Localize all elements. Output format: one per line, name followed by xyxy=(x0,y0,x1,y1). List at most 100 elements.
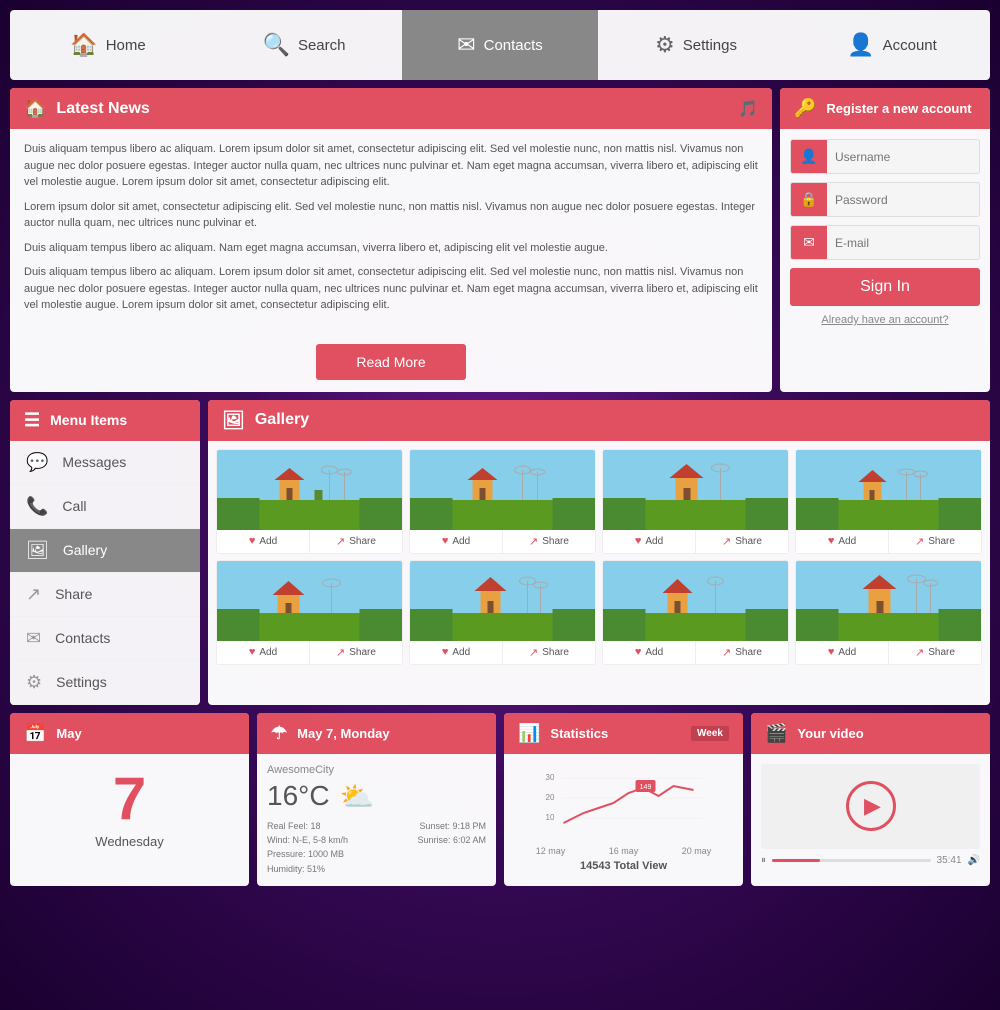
play-icon: ▶ xyxy=(864,793,881,819)
gallery-actions: ♥ Add ↗ Share xyxy=(603,530,788,553)
volume-icon[interactable]: 🔊 xyxy=(968,855,980,866)
gallery-item: ♥ Add ↗ Share xyxy=(409,560,596,665)
pause-icon[interactable]: ⏸ xyxy=(761,855,766,866)
share-button[interactable]: ↗ Share xyxy=(696,641,788,664)
calendar-weekday: Wednesday xyxy=(20,834,239,849)
weather-body: AwesomeCity 16°C ⛅ Real Feel: 18 Sunset:… xyxy=(257,754,496,887)
stats-body: 30 20 10 149 12 may 16 may 20 may xyxy=(504,754,743,882)
contacts-icon: ✉ xyxy=(457,32,475,58)
menu-contacts-label: Contacts xyxy=(55,630,110,646)
account-header: 🔑 Register a new account xyxy=(780,88,990,129)
add-label: Add xyxy=(838,647,856,658)
gallery-item: ♥ Add ↗ Share xyxy=(409,449,596,554)
heart-icon: ♥ xyxy=(635,535,642,547)
add-button[interactable]: ♥ Add xyxy=(410,530,503,553)
widgets-row: 📅 May 7 Wednesday ☂ May 7, Monday Awesom… xyxy=(10,713,990,887)
svg-text:149: 149 xyxy=(640,784,652,791)
menu-item-share[interactable]: ↗ Share xyxy=(10,573,200,617)
share-label: Share xyxy=(349,647,376,658)
add-button[interactable]: ♥ Add xyxy=(410,641,503,664)
weather-humidity: Humidity: 51% xyxy=(267,862,325,876)
menu-title: Menu Items xyxy=(50,412,127,428)
music-icon: 🎵 xyxy=(738,99,758,119)
calendar-body: 7 Wednesday xyxy=(10,754,249,859)
share-button[interactable]: ↗ Share xyxy=(310,641,402,664)
gallery-item: ♥ Add ↗ Share xyxy=(216,560,403,665)
read-more-button[interactable]: Read More xyxy=(316,344,465,380)
play-button[interactable]: ▶ xyxy=(846,781,896,831)
gallery-actions: ♥ Add ↗ Share xyxy=(217,641,402,664)
gallery-title: Gallery xyxy=(255,411,309,429)
weather-details: Real Feel: 18 Sunset: 9:18 PM Wind: N-E,… xyxy=(267,819,486,877)
news-section: 🏠 Latest News 🎵 Duis aliquam tempus libe… xyxy=(10,88,772,392)
chart-label-3: 20 may xyxy=(682,846,712,856)
video-progress-bar[interactable] xyxy=(772,859,931,862)
weather-sunset: Sunset: 9:18 PM xyxy=(419,819,486,833)
menu-item-contacts[interactable]: ✉ Contacts xyxy=(10,617,200,661)
stats-chart: 30 20 10 149 xyxy=(514,764,733,844)
add-button[interactable]: ♥ Add xyxy=(603,530,696,553)
share-label: Share xyxy=(928,647,955,658)
lock-field-icon: 🔒 xyxy=(791,183,827,216)
svg-text:10: 10 xyxy=(546,813,555,822)
share-label: Share xyxy=(735,536,762,547)
sign-in-button[interactable]: Sign In xyxy=(790,268,980,306)
nav-search[interactable]: 🔍 Search xyxy=(206,10,402,80)
nav-home[interactable]: 🏠 Home xyxy=(10,10,206,80)
gallery-image xyxy=(217,561,402,641)
share-button[interactable]: ↗ Share xyxy=(503,641,595,664)
add-button[interactable]: ♥ Add xyxy=(796,530,889,553)
add-button[interactable]: ♥ Add xyxy=(217,641,310,664)
share-label: Share xyxy=(928,536,955,547)
share-button[interactable]: ↗ Share xyxy=(696,530,788,553)
share-button[interactable]: ↗ Share xyxy=(889,530,981,553)
password-input[interactable] xyxy=(827,185,979,215)
menu-item-messages[interactable]: 💬 Messages xyxy=(10,441,200,485)
add-label: Add xyxy=(645,536,663,547)
weather-real-feel: Real Feel: 18 xyxy=(267,819,321,833)
menu-item-settings[interactable]: ⚙ Settings xyxy=(10,661,200,705)
calendar-widget: 📅 May 7 Wednesday xyxy=(10,713,249,887)
menu-item-gallery[interactable]: 🖼 Gallery xyxy=(10,529,200,573)
news-body: Duis aliquam tempus libero ac aliquam. L… xyxy=(10,129,772,334)
heart-icon: ♥ xyxy=(828,535,835,547)
share-button[interactable]: ↗ Share xyxy=(503,530,595,553)
menu-settings-label: Settings xyxy=(56,674,107,690)
weather-pressure: Pressure: 1000 MB xyxy=(267,847,344,861)
weather-icon: ☂ xyxy=(271,723,287,744)
nav-contacts[interactable]: ✉ Contacts xyxy=(402,10,598,80)
share-label: Share xyxy=(735,647,762,658)
add-label: Add xyxy=(259,536,277,547)
add-button[interactable]: ♥ Add xyxy=(796,641,889,664)
add-label: Add xyxy=(452,647,470,658)
add-button[interactable]: ♥ Add xyxy=(603,641,696,664)
heart-icon: ♥ xyxy=(442,646,449,658)
news-para-3: Duis aliquam tempus libero ac aliquam. N… xyxy=(24,240,758,257)
add-button[interactable]: ♥ Add xyxy=(217,530,310,553)
gallery-item: ♥ Add ↗ Share xyxy=(216,449,403,554)
chart-labels: 12 may 16 may 20 may xyxy=(514,846,733,856)
video-time: 35:41 xyxy=(937,855,962,866)
email-input[interactable] xyxy=(827,228,979,258)
call-icon: 📞 xyxy=(26,496,48,517)
add-label: Add xyxy=(645,647,663,658)
video-header: 🎬 Your video xyxy=(751,713,990,754)
search-icon: 🔍 xyxy=(263,32,290,58)
nav-account-label: Account xyxy=(883,37,937,54)
gallery-header-icon: 🖼 xyxy=(222,410,245,431)
nav-settings[interactable]: ⚙ Settings xyxy=(598,10,794,80)
menu-gallery-label: Gallery xyxy=(63,542,107,558)
share-btn-icon: ↗ xyxy=(336,646,345,659)
menu-item-call[interactable]: 📞 Call xyxy=(10,485,200,529)
calendar-title: May xyxy=(56,726,81,741)
username-input[interactable] xyxy=(827,142,979,172)
nav-account[interactable]: 👤 Account xyxy=(794,10,990,80)
menu-icon: ☰ xyxy=(24,410,40,431)
stats-header: 📊 Statistics Week xyxy=(504,713,743,754)
share-label: Share xyxy=(542,536,569,547)
share-button[interactable]: ↗ Share xyxy=(889,641,981,664)
gallery-menu-icon: 🖼 xyxy=(26,540,49,561)
already-account-link[interactable]: Already have an account? xyxy=(790,314,980,332)
share-button[interactable]: ↗ Share xyxy=(310,530,402,553)
video-body: ▶ ⏸ 35:41 🔊 xyxy=(751,754,990,876)
